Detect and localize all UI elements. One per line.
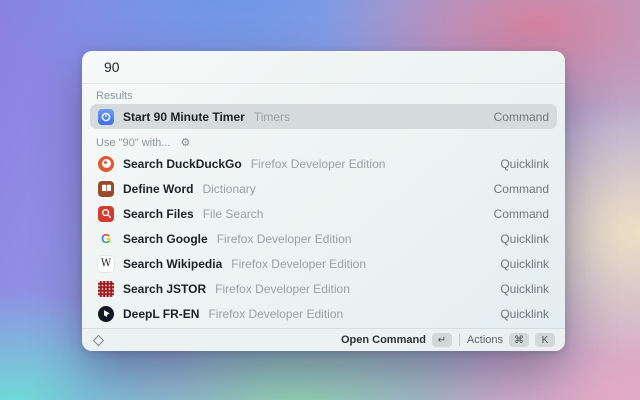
row-accessory: Command [493,206,549,221]
row-title: Search Wikipedia [123,256,223,271]
row-sub: Firefox Developer Edition [208,306,344,321]
k-key-icon: K [535,333,555,347]
gear-icon[interactable]: ⚙ [180,137,190,149]
raycast-logo-icon [92,334,105,347]
return-key-icon: ↵ [431,333,452,347]
section-label: Results [96,90,133,102]
row-sub: Dictionary [202,181,256,196]
file-search-icon [98,205,114,222]
list-item[interactable]: Search JSTOR Firefox Developer Edition Qui… [90,276,557,301]
list-item[interactable]: Search DuckDuckGo Firefox Developer Editi… [90,151,557,176]
list-item[interactable]: W Search Wikipedia Firefox Developer Editi… [90,251,557,276]
row-sub: Firefox Developer Edition [216,231,352,246]
row-accessory: Quicklink [500,306,549,321]
duckduckgo-icon [98,155,114,172]
open-command-label: Open Command [340,334,426,346]
timer-icon [98,108,114,125]
wikipedia-icon: W [98,255,114,272]
list-item[interactable]: DeepL FR-EN Firefox Developer Edition Quic… [90,301,557,326]
row-title: Search DuckDuckGo [123,156,242,171]
list-item[interactable]: Search Files File Search Command [90,201,557,226]
actions-label: Actions [466,334,503,346]
row-accessory: Quicklink [500,231,549,246]
row-sub: File Search [202,206,264,221]
section-header: Results [96,90,551,102]
footer-divider [458,334,460,346]
row-sub: Firefox Developer Edition [250,156,386,171]
row-title: DeepL FR-EN [123,306,200,321]
raycast-window: 90 Results Start 90 Minute Timer Timers Com… [82,51,565,351]
list-item[interactable]: G Search Google Firefox Developer Edition Q… [90,226,557,251]
row-accessory: Quicklink [500,256,549,271]
row-title: Search Files [123,206,194,221]
section-label: Use "90" with... [96,137,171,149]
row-accessory: Quicklink [500,156,549,171]
search-input[interactable]: 90 [104,59,120,75]
footer-bar: Open Command ↵ Actions ⌘ K [82,328,565,351]
jstor-icon [98,280,114,297]
list-item[interactable]: Define Word Dictionary Command [90,176,557,201]
command-key-icon: ⌘ [509,333,529,347]
row-accessory: Quicklink [500,281,549,296]
list-item[interactable]: Start 90 Minute Timer Timers Command [90,104,557,129]
open-command-button[interactable]: Open Command ↵ [341,333,452,347]
actions-button[interactable]: Actions ⌘ K [467,333,555,347]
google-icon: G [100,231,112,246]
row-title: Search Google [123,231,208,246]
deepl-icon [98,305,114,322]
row-title: Search JSTOR [123,281,207,296]
row-sub: Firefox Developer Edition [231,256,366,271]
section-header: Use "90" with... ⚙ [96,137,551,149]
row-title: Define Word [123,181,194,196]
dictionary-icon [98,180,114,197]
results-list: Results Start 90 Minute Timer Timers Comman… [82,90,565,326]
row-accessory: Command [493,109,549,124]
row-sub: Firefox Developer Edition [215,281,350,296]
row-sub: Timers [253,109,291,124]
row-title: Start 90 Minute Timer [123,109,245,124]
search-bar[interactable]: 90 [82,51,565,84]
row-accessory: Command [493,181,549,196]
